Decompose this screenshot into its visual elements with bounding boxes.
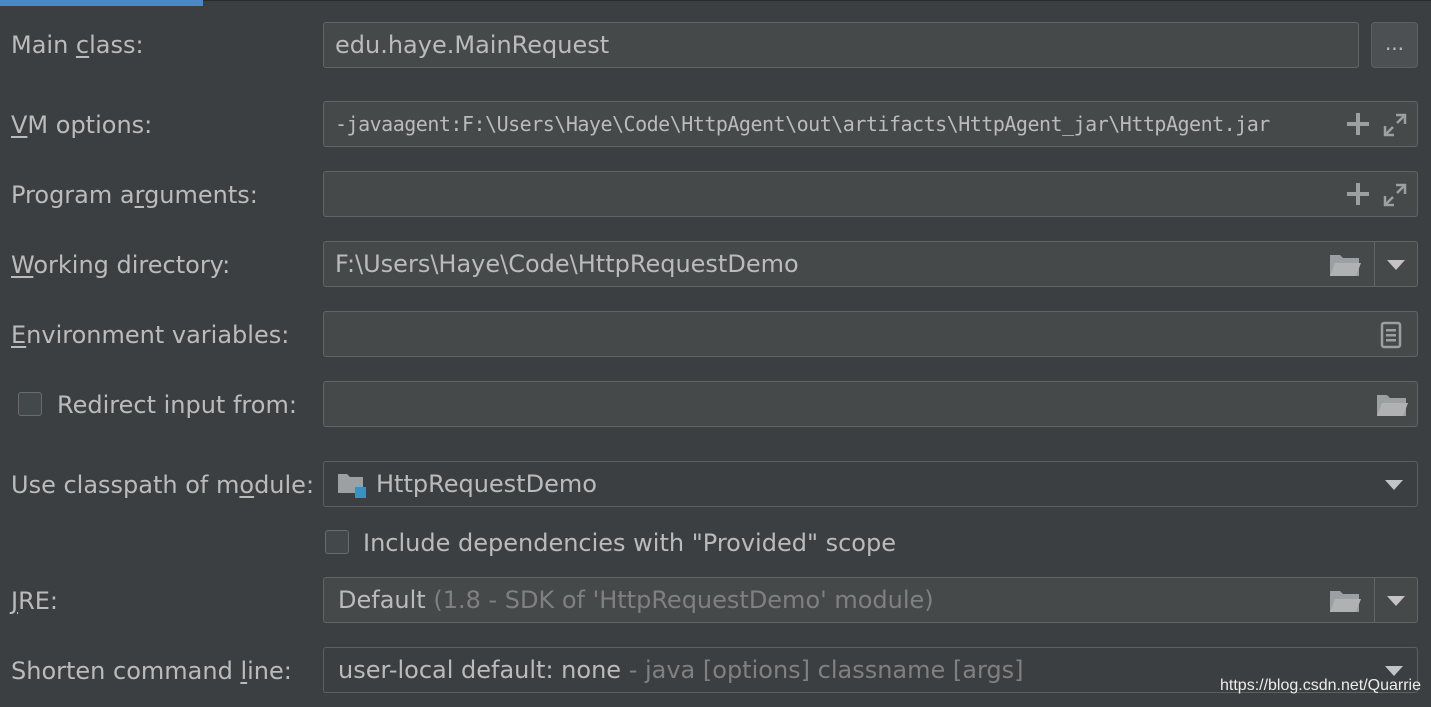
include-dependencies-checkbox[interactable] bbox=[325, 530, 349, 554]
include-dependencies-label: Include dependencies with "Provided" sco… bbox=[363, 529, 896, 557]
main-class-browse-button[interactable]: ... bbox=[1371, 22, 1418, 68]
module-folder-icon bbox=[338, 474, 366, 498]
document-icon[interactable] bbox=[1380, 321, 1402, 349]
redirect-input-checkbox[interactable] bbox=[18, 392, 42, 416]
shorten-command-line-value: user-local default: none - java [options… bbox=[338, 656, 1024, 684]
combo-divider bbox=[1374, 578, 1375, 622]
plus-icon[interactable] bbox=[1347, 183, 1369, 205]
redirect-input-field[interactable] bbox=[323, 381, 1418, 427]
chevron-down-icon[interactable] bbox=[1385, 666, 1403, 676]
vm-options-value: -javaagent:F:\Users\Haye\Code\HttpAgent\… bbox=[335, 112, 1270, 136]
chevron-down-icon[interactable] bbox=[1387, 260, 1405, 270]
folder-icon[interactable] bbox=[1329, 588, 1361, 614]
folder-icon[interactable] bbox=[1329, 252, 1361, 278]
environment-variables-field[interactable] bbox=[323, 311, 1418, 357]
environment-variables-label: Environment variables: bbox=[11, 321, 290, 349]
working-directory-value: F:\Users\Haye\Code\HttpRequestDemo bbox=[335, 250, 799, 278]
plus-icon[interactable] bbox=[1347, 113, 1369, 135]
tab-strip bbox=[0, 0, 1431, 6]
tab-strip-border bbox=[203, 0, 1431, 1]
expand-icon[interactable] bbox=[1382, 112, 1408, 138]
vm-options-field[interactable]: -javaagent:F:\Users\Haye\Code\HttpAgent\… bbox=[323, 101, 1418, 147]
program-arguments-field[interactable] bbox=[323, 171, 1418, 217]
vm-options-label: VM options: bbox=[11, 111, 153, 139]
classpath-module-label: Use classpath of module: bbox=[11, 471, 315, 499]
classpath-module-combo[interactable]: HttpRequestDemo bbox=[323, 461, 1418, 507]
jre-label: JRE: bbox=[11, 587, 59, 615]
working-directory-label: Working directory: bbox=[11, 251, 231, 279]
redirect-input-label: Redirect input from: bbox=[57, 391, 297, 419]
combo-divider bbox=[1374, 242, 1375, 286]
chevron-down-icon[interactable] bbox=[1387, 596, 1405, 606]
tab-active-indicator[interactable] bbox=[0, 0, 203, 6]
watermark: https://blog.csdn.net/Quarrie bbox=[1220, 677, 1421, 694]
program-arguments-label: Program arguments: bbox=[11, 181, 258, 209]
classpath-module-value: HttpRequestDemo bbox=[376, 470, 597, 498]
main-class-label: Main class: bbox=[11, 31, 144, 59]
working-directory-field[interactable]: F:\Users\Haye\Code\HttpRequestDemo bbox=[323, 241, 1418, 287]
shorten-command-line-label: Shorten command line: bbox=[11, 657, 292, 685]
folder-icon[interactable] bbox=[1376, 392, 1408, 418]
chevron-down-icon[interactable] bbox=[1385, 480, 1403, 490]
jre-value: Default (1.8 - SDK of 'HttpRequestDemo' … bbox=[338, 586, 934, 614]
expand-icon[interactable] bbox=[1382, 182, 1408, 208]
jre-combo[interactable]: Default (1.8 - SDK of 'HttpRequestDemo' … bbox=[323, 577, 1418, 623]
main-class-value: edu.haye.MainRequest bbox=[335, 31, 610, 59]
main-class-field[interactable]: edu.haye.MainRequest bbox=[323, 22, 1359, 68]
